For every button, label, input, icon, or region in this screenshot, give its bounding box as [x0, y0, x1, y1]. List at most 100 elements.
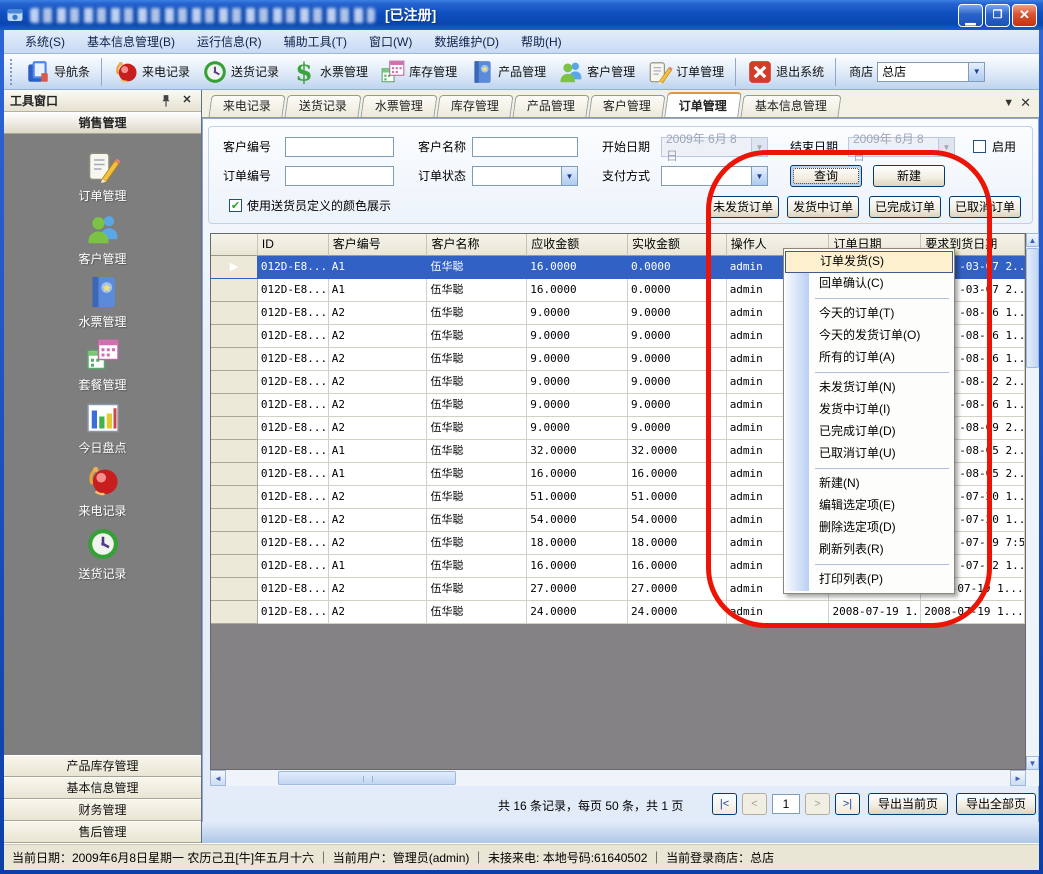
tab-送货记录[interactable]: 送货记录	[284, 95, 361, 117]
menu-item[interactable]: 帮助(H)	[512, 30, 571, 53]
store-select[interactable]: 总店 ▼	[877, 62, 985, 82]
pin-icon[interactable]	[159, 94, 173, 108]
menu-item[interactable]: 窗口(W)	[360, 30, 421, 53]
context-menu-item-打印列表(P)[interactable]: 打印列表(P)	[785, 569, 953, 591]
toolbar-button-navigator-icon[interactable]: 导航条	[19, 57, 96, 87]
column-header-selector[interactable]	[211, 234, 258, 256]
last-page-button[interactable]: >|	[835, 793, 860, 815]
sidebar-group-财务管理[interactable]: 财务管理	[4, 799, 201, 821]
new-button[interactable]: 新建	[873, 165, 945, 187]
context-menu-item-未发货订单(N)[interactable]: 未发货订单(N)	[785, 377, 953, 399]
toolbar-button-clock-icon[interactable]: 送货记录	[196, 57, 285, 87]
status-filter-已完成订单[interactable]: 已完成订单	[869, 196, 941, 218]
tab-来电记录[interactable]: 来电记录	[208, 95, 285, 117]
column-header-客户名称[interactable]: 客户名称	[427, 234, 527, 256]
query-button[interactable]: 查询	[790, 165, 862, 187]
sidebar-item-今日盘点[interactable]: 今日盘点	[4, 396, 201, 459]
column-header-客户编号[interactable]: 客户编号	[329, 234, 428, 256]
context-menu-item-新建(N)[interactable]: 新建(N)	[785, 473, 953, 495]
context-menu-item-刷新列表(R)[interactable]: 刷新列表(R)	[785, 539, 953, 561]
context-menu-item-订单发货(S)[interactable]: 订单发货(S)	[785, 251, 953, 273]
toolbar-button-product-icon[interactable]: 产品管理	[463, 57, 552, 87]
sidebar-item-来电记录[interactable]: 来电记录	[4, 459, 201, 522]
sidebar-group-售后管理[interactable]: 售后管理	[4, 821, 201, 843]
status-filter-发货中订单[interactable]: 发货中订单	[787, 196, 859, 218]
order-status-select[interactable]: ▼	[472, 166, 578, 186]
status-filter-未发货订单[interactable]: 未发货订单	[707, 196, 779, 218]
menu-item[interactable]: 基本信息管理(B)	[78, 30, 184, 53]
menu-item[interactable]: 数据维护(D)	[425, 30, 508, 53]
scroll-right-icon[interactable]: ►	[1010, 770, 1026, 786]
sidebar-item-客户管理[interactable]: 客户管理	[4, 207, 201, 270]
toolbar-button-customers-icon[interactable]: 客户管理	[552, 57, 641, 87]
column-header-应收金额[interactable]: 应收金额	[527, 234, 628, 256]
context-menu-item-已完成订单(D)[interactable]: 已完成订单(D)	[785, 421, 953, 443]
scroll-up-icon[interactable]: ▲	[1026, 233, 1039, 247]
sidebar-item-套餐管理[interactable]: 套餐管理	[4, 333, 201, 396]
sidebar-group-产品库存管理[interactable]: 产品库存管理	[4, 755, 201, 777]
sidebar-item-水票管理[interactable]: 水票管理	[4, 270, 201, 333]
hscroll-thumb[interactable]	[278, 771, 456, 785]
maximize-button[interactable]: ❐	[985, 4, 1010, 27]
row-selector	[211, 302, 258, 325]
customer-no-input[interactable]	[285, 137, 394, 157]
column-header-实收金额[interactable]: 实收金额	[628, 234, 727, 256]
export-current-page-button[interactable]: 导出当前页	[868, 793, 948, 815]
context-menu-item-编辑选定项(E)[interactable]: 编辑选定项(E)	[785, 495, 953, 517]
tab-基本信息管理[interactable]: 基本信息管理	[741, 95, 842, 117]
context-menu-item-所有的订单(A)[interactable]: 所有的订单(A)	[785, 347, 953, 369]
toolbar-button-exit-icon[interactable]: 退出系统	[741, 57, 830, 87]
tab-list-dropdown-icon[interactable]: ▼	[1003, 97, 1014, 109]
customer-name-input[interactable]	[472, 137, 578, 157]
store-value: 总店	[878, 63, 968, 80]
end-date-picker[interactable]: 2009年 6月 8日 ▼	[848, 137, 955, 157]
sidebar-item-订单管理[interactable]: 订单管理	[4, 144, 201, 207]
toolbar-button-inventory-icon[interactable]: 库存管理	[374, 57, 463, 87]
first-page-button[interactable]: |<	[712, 793, 737, 815]
toolbar-button-dollar-icon[interactable]: $水票管理	[285, 57, 374, 87]
sidebar-item-送货记录[interactable]: 送货记录	[4, 522, 201, 585]
column-header-ID[interactable]: ID	[258, 234, 329, 256]
context-menu-item-回单确认(C)[interactable]: 回单确认(C)	[785, 273, 953, 295]
pay-method-select[interactable]: ▼	[661, 166, 768, 186]
tab-客户管理[interactable]: 客户管理	[589, 95, 666, 117]
cell-customer_name: 伍华聪	[427, 302, 527, 325]
toolbar-grip[interactable]	[10, 59, 15, 85]
vertical-scrollbar[interactable]: ▲ ▼	[1026, 233, 1039, 770]
page-number-box[interactable]: 1	[772, 794, 800, 814]
sidebar-group-基本信息管理[interactable]: 基本信息管理	[4, 777, 201, 799]
status-filter-已取消订单[interactable]: 已取消订单	[949, 196, 1021, 218]
context-menu-item-发货中订单(I)[interactable]: 发货中订单(I)	[785, 399, 953, 421]
next-page-button[interactable]: >	[805, 793, 830, 815]
menu-item[interactable]: 辅助工具(T)	[275, 30, 356, 53]
tab-产品管理[interactable]: 产品管理	[513, 95, 590, 117]
color-display-checkbox[interactable]: ✔	[229, 199, 242, 212]
context-menu-item-今天的发货订单(O)[interactable]: 今天的发货订单(O)	[785, 325, 953, 347]
close-button[interactable]: ✕	[1012, 4, 1037, 27]
context-menu-item-已取消订单(U)[interactable]: 已取消订单(U)	[785, 443, 953, 465]
context-menu-item-今天的订单(T)[interactable]: 今天的订单(T)	[785, 303, 953, 325]
sidebar-group-sales[interactable]: 销售管理	[4, 112, 201, 134]
toolbar-button-order-icon[interactable]: 订单管理	[641, 57, 730, 87]
tab-订单管理[interactable]: 订单管理	[664, 92, 742, 117]
menu-item[interactable]: 运行信息(R)	[188, 30, 271, 53]
enable-checkbox[interactable]	[973, 140, 986, 153]
horizontal-scrollbar[interactable]: ◄ ►	[210, 770, 1026, 786]
export-all-pages-button[interactable]: 导出全部页	[956, 793, 1036, 815]
menu-item[interactable]: 系统(S)	[16, 30, 74, 53]
scroll-left-icon[interactable]: ◄	[210, 770, 226, 786]
toolbar-button-bell-icon[interactable]: 来电记录	[107, 57, 196, 87]
start-date-picker[interactable]: 2009年 6月 8日 ▼	[661, 137, 768, 157]
table-row[interactable]: 012D-E8...A2伍华聪24.000024.0000admin2008-0…	[211, 601, 1025, 624]
tab-close-icon[interactable]: ✕	[1020, 95, 1031, 111]
prev-page-button[interactable]: <	[742, 793, 767, 815]
vscroll-thumb[interactable]	[1026, 248, 1039, 368]
tab-水票管理[interactable]: 水票管理	[360, 95, 437, 117]
scroll-down-icon[interactable]: ▼	[1026, 756, 1039, 770]
cell-received: 9.0000	[628, 325, 727, 348]
order-no-input[interactable]	[285, 166, 394, 186]
tab-库存管理[interactable]: 库存管理	[437, 95, 514, 117]
context-menu-item-删除选定项(D)[interactable]: 删除选定项(D)	[785, 517, 953, 539]
tool-window-close-icon[interactable]: ✕	[179, 93, 195, 108]
minimize-button[interactable]: ▁	[958, 4, 983, 27]
